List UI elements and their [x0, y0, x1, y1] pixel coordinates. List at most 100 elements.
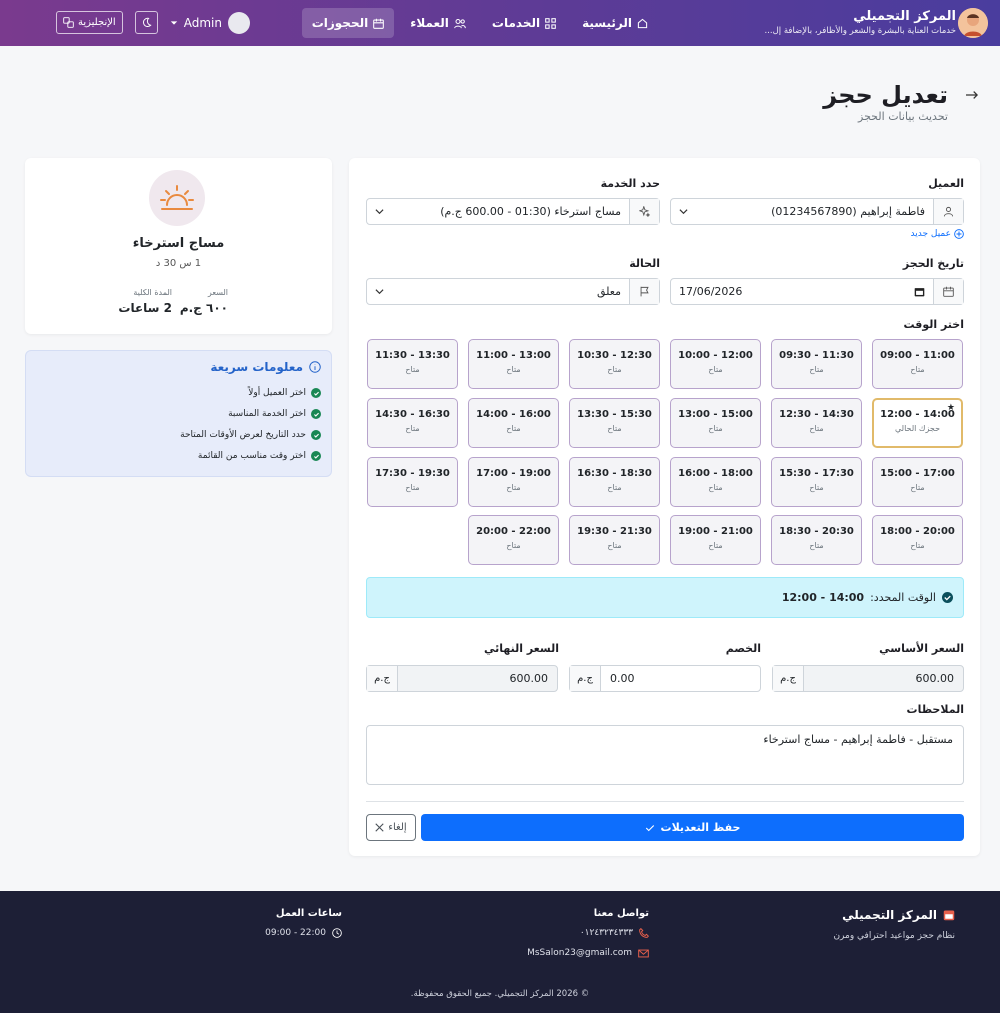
time-slot-status: متاح: [607, 365, 622, 374]
plus-circle-icon: [954, 229, 964, 239]
service-label: حدد الخدمة: [600, 177, 660, 190]
brand[interactable]: المركز التجميلي خدمات العناية بالبشرة وا…: [764, 9, 956, 37]
nav-link-clients[interactable]: العملاء: [400, 8, 476, 38]
chevron-down-icon: [367, 287, 391, 296]
nav-link-home[interactable]: الرئيسية: [572, 8, 658, 38]
time-slot[interactable]: 14:30 - 16:30 متاح: [367, 398, 458, 448]
time-slot[interactable]: 09:00 - 11:00 متاح: [872, 339, 963, 389]
nav-link-label: الرئيسية: [582, 16, 632, 30]
flag-icon: [629, 279, 659, 304]
cancel-button[interactable]: إلغاء: [366, 814, 416, 841]
footer-brand: المركز التجميلي: [842, 908, 955, 922]
close-icon: [375, 823, 384, 832]
time-slot[interactable]: 11:30 - 13:30 متاح: [367, 339, 458, 389]
date-input[interactable]: 17/06/2026: [670, 278, 964, 305]
time-slot[interactable]: 09:30 - 11:30 متاح: [771, 339, 862, 389]
time-slot-current[interactable]: ★ 12:00 - 14:00 حجزك الحالي: [872, 398, 963, 448]
time-slot[interactable]: 18:30 - 20:30 متاح: [771, 515, 862, 565]
time-slot-status: متاح: [910, 365, 925, 374]
user-menu[interactable]: Admin: [170, 11, 250, 34]
time-slot-range: 11:30 - 13:30: [375, 350, 450, 361]
back-arrow-icon[interactable]: [966, 90, 978, 100]
footer-email-text: MsSalon23@gmail.com: [527, 948, 632, 958]
save-button[interactable]: حفظ التعديلات: [421, 814, 964, 841]
service-name: مساج استرخاء: [132, 236, 225, 251]
time-slot-status: متاح: [506, 483, 521, 492]
time-slot[interactable]: 16:00 - 18:00 متاح: [670, 457, 761, 507]
time-slot-range: 14:30 - 16:30: [375, 409, 450, 420]
currency-label: ج.م: [367, 666, 398, 691]
footer-brand-title: المركز التجميلي: [842, 908, 937, 922]
time-slot-range: 17:30 - 19:30: [375, 468, 450, 479]
nav-link-label: الحجوزات: [311, 16, 369, 30]
time-slot[interactable]: 13:30 - 15:30 متاح: [569, 398, 660, 448]
time-slot[interactable]: 12:30 - 14:30 متاح: [771, 398, 862, 448]
status-label: الحالة: [629, 257, 660, 270]
sparkle-icon: [629, 199, 659, 224]
time-slot[interactable]: 14:00 - 16:00 متاح: [468, 398, 559, 448]
time-slot-range: 16:30 - 18:30: [577, 468, 652, 479]
quick-info-item: اختر العميل أولاً: [248, 388, 321, 398]
time-slot[interactable]: 19:30 - 21:30 متاح: [569, 515, 660, 565]
selected-time-alert: الوقت المحدد: 12:00 - 14:00: [366, 577, 964, 618]
selected-time-value: 12:00 - 14:00: [781, 591, 865, 604]
notes-textarea[interactable]: مستقبل - فاطمة إبراهيم - مساج استرخاء: [366, 725, 964, 785]
home-icon: [637, 18, 648, 29]
person-icon: [933, 199, 963, 224]
page-title: تعديل حجز: [823, 81, 948, 109]
service-select[interactable]: مساج استرخاء (01:30 - 600.00 ج.م): [366, 198, 660, 225]
time-slot[interactable]: 17:00 - 19:00 متاح: [468, 457, 559, 507]
time-slot-status: متاح: [607, 424, 622, 433]
date-label: تاريخ الحجز: [902, 257, 964, 270]
check-circle-icon: [311, 388, 321, 398]
quick-info-text: اختر وقت مناسب من القائمة: [197, 451, 306, 461]
time-slot[interactable]: 20:00 - 22:00 متاح: [468, 515, 559, 565]
base-price-label: السعر الأساسي: [879, 642, 964, 655]
currency-label: ج.م: [570, 666, 601, 691]
time-slot[interactable]: 15:00 - 17:00 متاح: [872, 457, 963, 507]
new-client-link[interactable]: عميل جديد: [911, 229, 964, 239]
time-slot[interactable]: 13:00 - 15:00 متاح: [670, 398, 761, 448]
booking-form-card: العميل فاطمة إبراهيم (01234567890) عميل …: [349, 158, 980, 856]
quick-info-text: حدد التاريخ لعرض الأوقات المتاحة: [180, 430, 306, 440]
time-slot-status: متاح: [809, 541, 824, 550]
sun-icon: [149, 170, 205, 226]
time-slot[interactable]: 18:00 - 20:00 متاح: [872, 515, 963, 565]
time-slot-range: 19:30 - 21:30: [577, 526, 652, 537]
language-label: الإنجليزية: [78, 17, 116, 28]
nav-links: الرئيسية الخدمات العملاء الحجوزات: [301, 8, 658, 38]
navbar: المركز التجميلي خدمات العناية بالبشرة وا…: [0, 0, 1000, 46]
check-circle-icon: [311, 451, 321, 461]
quick-info-item: اختر الخدمة المناسبة: [228, 409, 321, 419]
theme-toggle-button[interactable]: [134, 11, 158, 34]
nav-link-bookings[interactable]: الحجوزات: [301, 8, 395, 38]
time-slot[interactable]: 19:00 - 21:00 متاح: [670, 515, 761, 565]
time-slot[interactable]: 11:00 - 13:00 متاح: [468, 339, 559, 389]
footer-phone[interactable]: ٠١٢٤٣٢٣٤٣٣٣: [580, 928, 649, 938]
time-slot[interactable]: 10:00 - 12:00 متاح: [670, 339, 761, 389]
page-header: تعديل حجز تحديث بيانات الحجز: [823, 80, 948, 123]
status-select[interactable]: معلق: [366, 278, 660, 305]
language-button[interactable]: الإنجليزية: [56, 11, 123, 34]
time-slot[interactable]: 16:30 - 18:30 متاح: [569, 457, 660, 507]
footer-email[interactable]: MsSalon23@gmail.com: [527, 948, 649, 958]
time-slot-status: متاح: [506, 541, 521, 550]
time-slot[interactable]: 15:30 - 17:30 متاح: [771, 457, 862, 507]
notes-label: الملاحظات: [906, 703, 964, 716]
footer-hours-title: ساعات العمل: [275, 908, 342, 919]
time-slot-status: متاح: [506, 365, 521, 374]
time-slot-range: 18:00 - 20:00: [880, 526, 955, 537]
time-slot[interactable]: 17:30 - 19:30 متاح: [367, 457, 458, 507]
footer-phone-text: ٠١٢٤٣٢٣٤٣٣٣: [579, 928, 633, 938]
client-select[interactable]: فاطمة إبراهيم (01234567890): [670, 198, 964, 225]
stat-label: السعر: [207, 288, 228, 297]
service-total-duration-stat: المدة الكلية 2 ساعات: [118, 288, 172, 315]
base-price-value: 600.00: [915, 672, 955, 685]
time-slot-status: متاح: [607, 483, 622, 492]
brand-logo[interactable]: [958, 8, 988, 38]
discount-input[interactable]: 0.00 ج.م: [569, 665, 761, 692]
calendar-picker-icon[interactable]: [907, 286, 931, 297]
check-icon: [645, 823, 655, 833]
time-slot[interactable]: 10:30 - 12:30 متاح: [569, 339, 660, 389]
nav-link-services[interactable]: الخدمات: [482, 8, 566, 38]
